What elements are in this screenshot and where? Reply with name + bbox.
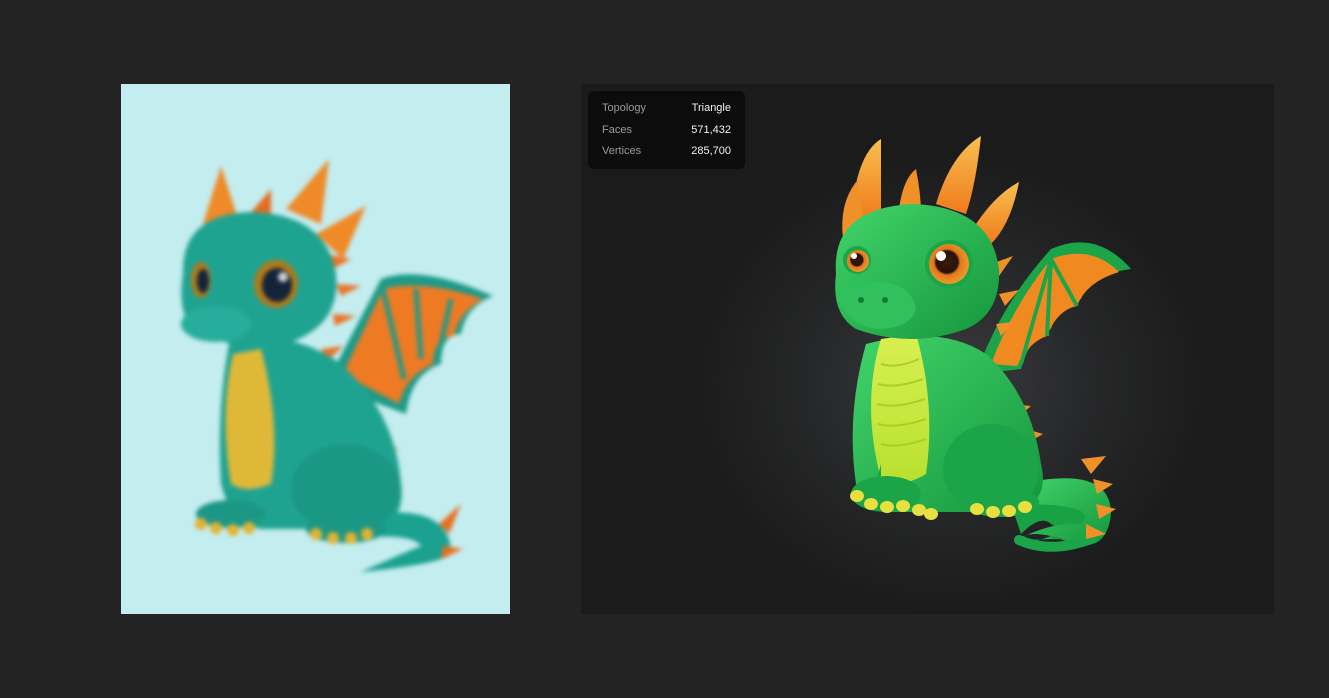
stat-row-faces: Faces 571,432 bbox=[602, 121, 731, 143]
input-dragon-image bbox=[181, 159, 493, 572]
mesh-stats-overlay: Topology Triangle Faces 571,432 Vertices… bbox=[588, 91, 745, 169]
stat-label: Vertices bbox=[602, 145, 642, 157]
stat-value: 571,432 bbox=[691, 123, 731, 136]
stat-label: Topology bbox=[602, 102, 647, 114]
input-image-panel bbox=[121, 84, 510, 614]
stat-value: 285,700 bbox=[691, 145, 731, 157]
viewport-panel[interactable]: Topology Triangle Faces 571,432 Vertices… bbox=[581, 84, 1274, 614]
stat-row-topology: Topology Triangle bbox=[602, 99, 731, 121]
stat-label: Faces bbox=[602, 123, 632, 136]
stat-value: Triangle bbox=[691, 102, 731, 114]
stat-row-vertices: Vertices 285,700 bbox=[602, 142, 731, 164]
app-stage: Topology Triangle Faces 571,432 Vertices… bbox=[0, 0, 1329, 698]
